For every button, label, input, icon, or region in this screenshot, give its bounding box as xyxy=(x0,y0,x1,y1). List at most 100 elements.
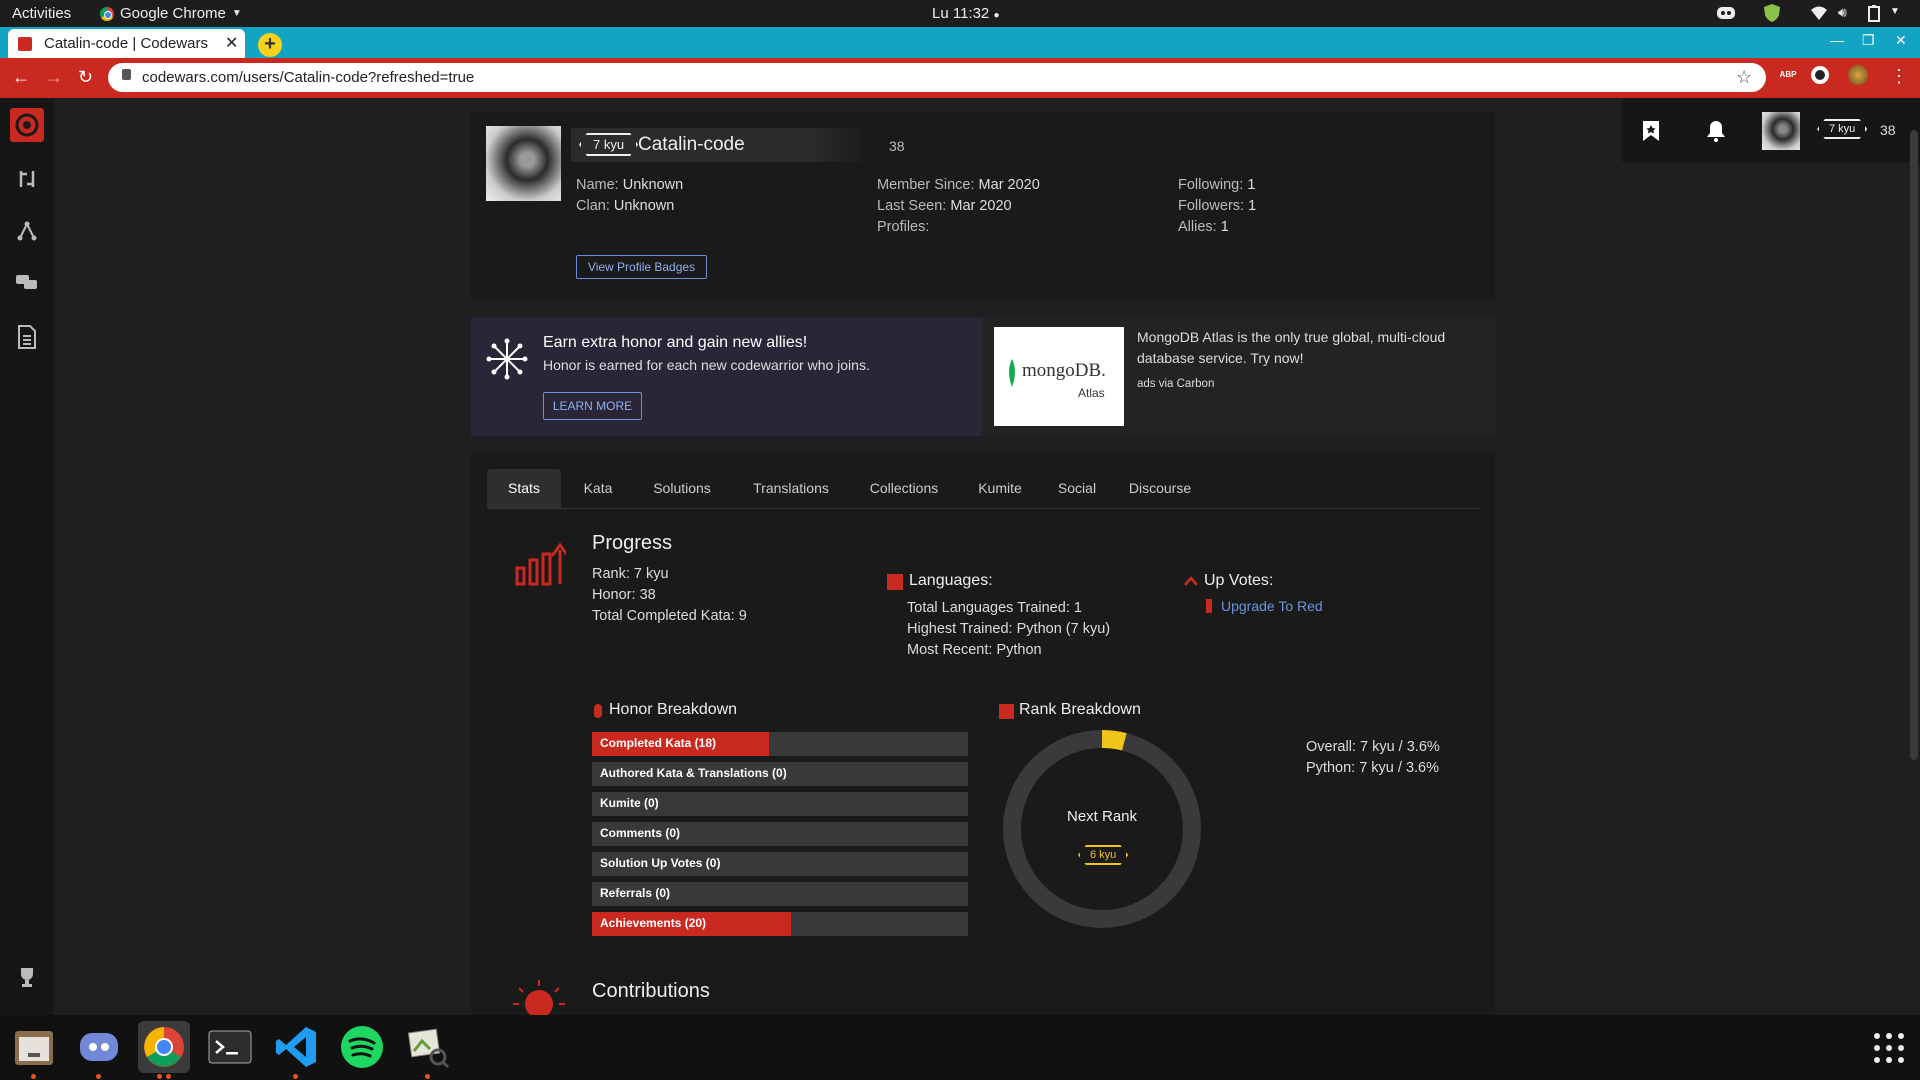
progress-rank-key: Rank: xyxy=(592,566,630,582)
volume-icon[interactable]: 🔊︎ xyxy=(1838,4,1847,21)
bookmark-icon[interactable] xyxy=(1642,120,1660,142)
progress-rank-value: 7 kyu xyxy=(633,566,669,582)
shield-icon[interactable] xyxy=(1763,3,1781,23)
chrome-app-icon[interactable] xyxy=(138,1021,190,1073)
honor-bar-label: Kumite (0) xyxy=(600,796,659,810)
upgrade-to-red-link[interactable]: Upgrade To Red xyxy=(1221,598,1323,614)
info-followers-key: Followers: xyxy=(1178,198,1245,214)
mongodb-logo[interactable]: mongoDB. Atlas xyxy=(994,327,1124,426)
profile-avatar xyxy=(486,126,561,201)
reload-icon[interactable]: ↻ xyxy=(78,67,93,88)
battery-icon[interactable] xyxy=(1868,5,1880,22)
tab-social[interactable]: Social xyxy=(1047,469,1107,508)
running-indicator-icon xyxy=(157,1074,162,1079)
contributions-sun-icon xyxy=(513,980,565,1018)
terminal-app-icon[interactable] xyxy=(204,1021,256,1073)
app-menu[interactable]: Google Chrome ▼ xyxy=(100,5,242,22)
info-allies-value[interactable]: 1 xyxy=(1221,219,1229,235)
address-bar[interactable]: codewars.com/users/Catalin-code?refreshe… xyxy=(108,63,1766,92)
bookmark-star-icon[interactable]: ☆ xyxy=(1736,67,1752,88)
ad-text[interactable]: MongoDB Atlas is the only true global, m… xyxy=(1137,327,1477,369)
info-following-key: Following: xyxy=(1178,177,1244,193)
progress-chart-icon xyxy=(515,542,566,586)
info-following: Following: 1 xyxy=(1178,175,1256,196)
rank-python-key: Python: xyxy=(1306,760,1356,776)
adblock-extension-icon[interactable]: ABP xyxy=(1778,65,1798,85)
new-tab-button[interactable]: + xyxy=(258,33,282,57)
tab-solutions[interactable]: Solutions xyxy=(636,469,728,508)
back-icon[interactable]: ← xyxy=(12,67,30,88)
info-member-since: Member Since: Mar 2020 xyxy=(877,175,1040,196)
languages-icon xyxy=(887,574,903,590)
mongodb-logo-sub: Atlas xyxy=(1078,386,1105,400)
carbon-ad[interactable]: mongoDB. Atlas MongoDB Atlas is the only… xyxy=(982,317,1495,436)
honor-breakdown-title: Honor Breakdown xyxy=(609,701,738,718)
files-app-icon[interactable] xyxy=(8,1021,60,1073)
tab-translations[interactable]: Translations xyxy=(736,469,846,508)
spotify-app-icon[interactable] xyxy=(336,1021,388,1073)
progress-honor: Honor: 38 xyxy=(592,585,747,606)
docs-icon[interactable] xyxy=(10,320,44,354)
github-extension-icon[interactable] xyxy=(1810,65,1830,85)
discord-app-icon[interactable] xyxy=(73,1021,125,1073)
page-scrollbar[interactable] xyxy=(1910,130,1918,760)
activities-button[interactable]: Activities xyxy=(12,5,71,22)
rank-python: Python: 7 kyu / 3.6% xyxy=(1306,758,1440,779)
codewars-logo-icon[interactable] xyxy=(10,108,44,142)
languages-trained-value: 1 xyxy=(1073,600,1082,616)
clock-text: Lu 11:32 xyxy=(932,5,990,22)
honor-breakdown-bars: Completed Kata (18) Authored Kata & Tran… xyxy=(592,732,968,938)
tab-kata[interactable]: Kata xyxy=(567,469,629,508)
contributions-title: Contributions xyxy=(592,980,710,1002)
profile-avatar-icon[interactable] xyxy=(1848,65,1868,85)
user-avatar[interactable] xyxy=(1762,112,1800,150)
mongodb-logo-text: mongoDB. xyxy=(1022,360,1106,381)
running-indicator-icon xyxy=(166,1074,171,1079)
browser-tab[interactable]: Catalin-code | Codewars ✕ xyxy=(8,29,245,58)
codewars-sidebar xyxy=(0,98,54,1015)
honor-bar: Solution Up Votes (0) xyxy=(592,852,968,876)
tab-discourse[interactable]: Discourse xyxy=(1115,469,1205,508)
languages-highest-key: Highest Trained: xyxy=(907,621,1013,637)
progress-completed-key: Total Completed Kata: xyxy=(592,608,735,624)
restore-icon[interactable]: ❐ xyxy=(1862,32,1875,49)
info-following-value[interactable]: 1 xyxy=(1247,177,1255,193)
tab-close-icon[interactable]: ✕ xyxy=(225,33,238,53)
info-followers-value[interactable]: 1 xyxy=(1248,198,1256,214)
close-window-icon[interactable]: ✕ xyxy=(1895,32,1907,49)
practice-icon[interactable] xyxy=(10,162,44,196)
header-honor: 38 xyxy=(1880,122,1896,138)
image-viewer-app-icon[interactable] xyxy=(402,1021,454,1073)
kumite-fork-icon[interactable] xyxy=(10,214,44,248)
tab-title: Catalin-code | Codewars xyxy=(44,35,208,52)
upgrade-badge-icon xyxy=(1206,599,1212,613)
honor-bar: Kumite (0) xyxy=(592,792,968,816)
minimize-icon[interactable]: — xyxy=(1830,32,1844,48)
notifications-bell-icon[interactable] xyxy=(1706,120,1726,142)
clock[interactable]: Lu 11:32 ● xyxy=(932,5,1000,22)
system-menu-chevron-icon[interactable]: ▼ xyxy=(1890,6,1900,17)
honor-bar-label: Achievements (20) xyxy=(600,916,707,930)
leaderboard-trophy-icon[interactable] xyxy=(10,960,44,994)
view-profile-badges-button[interactable]: View Profile Badges xyxy=(576,255,707,279)
info-followers: Followers: 1 xyxy=(1178,196,1256,217)
system-top-bar: Activities Google Chrome ▼ Lu 11:32 ● 🔊︎… xyxy=(0,0,1920,27)
info-name-value: Unknown xyxy=(622,177,684,193)
running-indicator-icon xyxy=(425,1074,430,1079)
discord-tray-icon[interactable] xyxy=(1716,5,1736,21)
show-applications-icon[interactable] xyxy=(1872,1031,1906,1065)
chat-icon[interactable] xyxy=(10,266,44,300)
honor-bar-label: Solution Up Votes (0) xyxy=(600,856,721,870)
progress-title: Progress xyxy=(592,532,673,554)
chrome-menu-icon[interactable]: ⋮ xyxy=(1890,66,1908,87)
wifi-icon[interactable] xyxy=(1810,5,1828,21)
ad-via[interactable]: ads via Carbon xyxy=(1137,378,1214,390)
vscode-app-icon[interactable] xyxy=(270,1021,322,1073)
forward-icon[interactable]: → xyxy=(45,67,63,88)
info-last-seen-key: Last Seen: xyxy=(877,198,947,214)
tab-kumite[interactable]: Kumite xyxy=(963,469,1037,508)
progress-rank: Rank: 7 kyu xyxy=(592,564,747,585)
tab-collections[interactable]: Collections xyxy=(854,469,954,508)
tab-stats[interactable]: Stats xyxy=(487,469,561,508)
learn-more-button[interactable]: LEARN MORE xyxy=(543,392,642,420)
